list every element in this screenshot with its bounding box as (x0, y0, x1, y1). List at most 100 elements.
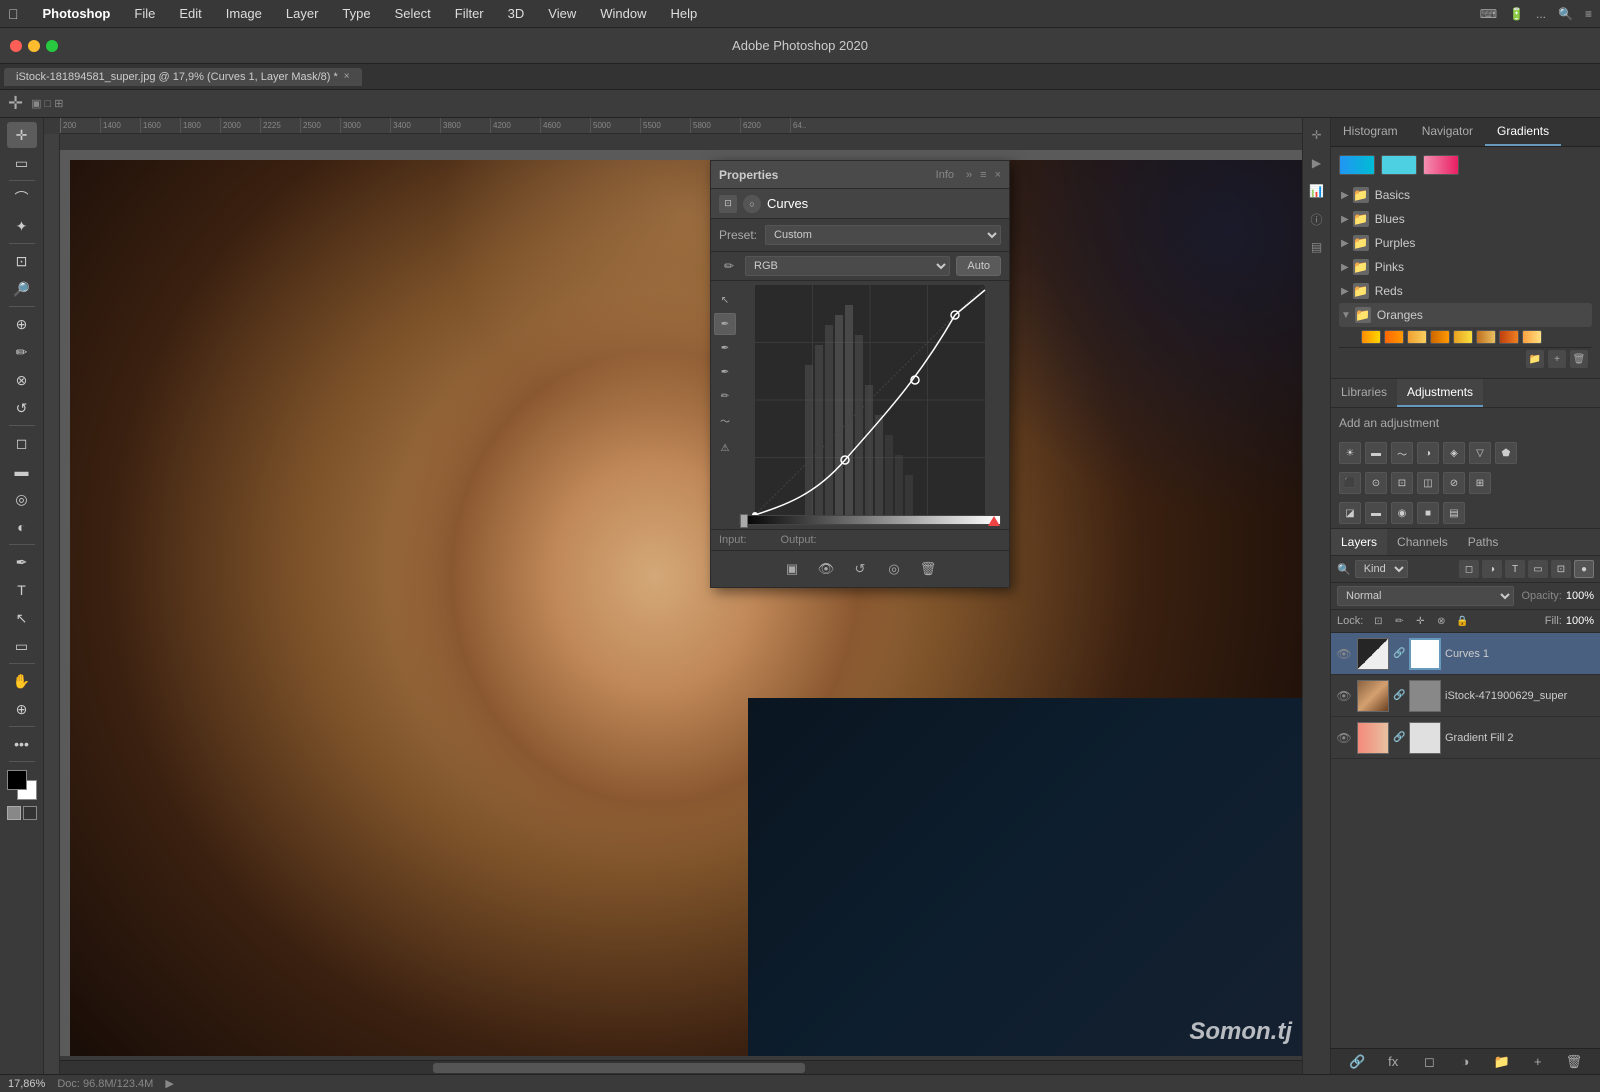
hand-tool[interactable]: ✋ (7, 668, 37, 694)
gradient-group-basics[interactable]: ▶ 📁 Basics (1339, 183, 1592, 207)
menu-window[interactable]: Window (596, 4, 650, 23)
curves-channel-icon[interactable]: ▣ (780, 557, 804, 581)
adj-curves-icon[interactable]: 〜 (1391, 442, 1413, 464)
tab-libraries[interactable]: Libraries (1331, 379, 1397, 407)
minimize-button[interactable] (28, 40, 40, 52)
adj-solid-color-icon[interactable]: ■ (1417, 502, 1439, 524)
curve-smooth-tool[interactable]: 〜 (714, 409, 736, 431)
layers-quick-icon[interactable]: ▤ (1306, 236, 1328, 258)
adj-gradient-map-icon[interactable]: ▬ (1365, 502, 1387, 524)
adj-bw-icon[interactable]: ⬛ (1339, 472, 1361, 494)
adj-selective-color-icon[interactable]: ◉ (1391, 502, 1413, 524)
curve-eyedropper-white[interactable]: ✒ (714, 361, 736, 383)
lock-position-icon[interactable]: ✛ (1411, 613, 1429, 629)
curves-reset-icon[interactable]: ↺ (848, 557, 872, 581)
adj-hsl-icon[interactable]: ▽ (1469, 442, 1491, 464)
quick-mask-btn[interactable] (7, 806, 21, 820)
menu-edit[interactable]: Edit (175, 4, 205, 23)
filter-enabled-toggle[interactable]: ● (1574, 560, 1594, 578)
text-tool[interactable]: T (7, 577, 37, 603)
gradient-group-oranges[interactable]: ▼ 📁 Oranges (1339, 303, 1592, 327)
filter-text-icon[interactable]: T (1505, 560, 1525, 578)
curves-icon[interactable]: ⊡ (719, 195, 737, 213)
standard-mode-btn[interactable] (23, 806, 37, 820)
layer-link-icon3[interactable]: 🔗 (1393, 732, 1403, 743)
adj-exposure-icon[interactable]: ◑ (1417, 442, 1439, 464)
blend-mode-select[interactable]: Normal (1337, 586, 1514, 606)
menu-view[interactable]: View (544, 4, 580, 23)
layer-item-curves1[interactable]: 👁 🔗 Curves 1 (1331, 633, 1600, 675)
menu-photoshop[interactable]: Photoshop (39, 4, 115, 23)
close-button[interactable] (10, 40, 22, 52)
info-icon[interactable]: ⓘ (1306, 208, 1328, 230)
gradient-swatch-pink[interactable] (1423, 155, 1459, 175)
curve-eyedropper-black[interactable]: ✒ (714, 313, 736, 335)
dodge-tool[interactable]: ◐ (7, 514, 37, 540)
filter-shape-icon[interactable]: ▭ (1528, 560, 1548, 578)
fill-value[interactable]: 100% (1566, 615, 1594, 627)
tools-icon[interactable]: ✛ (1306, 124, 1328, 146)
adj-vibrance-icon[interactable]: ◈ (1443, 442, 1465, 464)
search-menu-icon[interactable]: 🔍 (1558, 7, 1573, 21)
properties-expand-icon[interactable]: » (966, 169, 972, 181)
layer-eye-gradient[interactable]: 👁 (1335, 731, 1353, 745)
layer-adj-btn[interactable]: ◑ (1455, 1052, 1475, 1072)
adj-brightness-icon[interactable]: ☀ (1339, 442, 1361, 464)
layer-eye-photo[interactable]: 👁 (1335, 689, 1353, 703)
tab-gradients[interactable]: Gradients (1485, 118, 1561, 146)
histogram-icon[interactable]: 📊 (1306, 180, 1328, 202)
move-tool[interactable]: ✛ (7, 122, 37, 148)
lock-artboard-icon[interactable]: ⊗ (1432, 613, 1450, 629)
orange-grad-6[interactable] (1476, 330, 1496, 344)
play-icon[interactable]: ▶ (1306, 152, 1328, 174)
layer-fx-btn[interactable]: fx (1383, 1052, 1403, 1072)
orange-grad-8[interactable] (1522, 330, 1542, 344)
zoom-tool[interactable]: ⊕ (7, 696, 37, 722)
more-tools[interactable]: ••• (7, 731, 37, 757)
lock-pixels-icon[interactable]: ✏ (1390, 613, 1408, 629)
channel-select[interactable]: RGB (745, 256, 950, 276)
adj-colorbalance-icon[interactable]: ⬟ (1495, 442, 1517, 464)
tab-layers[interactable]: Layers (1331, 529, 1387, 555)
menu-select[interactable]: Select (391, 4, 435, 23)
maximize-button[interactable] (46, 40, 58, 52)
curves-graph[interactable] (739, 285, 1001, 525)
marquee-tool[interactable]: ▭ (7, 150, 37, 176)
curves-delete-icon[interactable]: 🗑 (916, 557, 940, 581)
adj-gradient-fill-icon[interactable]: ▤ (1443, 502, 1465, 524)
layer-item-gradient[interactable]: 👁 🔗 Gradient Fill 2 (1331, 717, 1600, 759)
layer-group-btn[interactable]: 📁 (1492, 1052, 1512, 1072)
eraser-tool[interactable]: ◻ (7, 430, 37, 456)
layer-eye-curves1[interactable]: 👁 (1335, 647, 1353, 661)
orange-grad-7[interactable] (1499, 330, 1519, 344)
preset-select[interactable]: Custom (765, 225, 1001, 245)
brush-tool[interactable]: ✏ (7, 339, 37, 365)
properties-close-icon[interactable]: × (995, 169, 1001, 181)
curves-bottom-slider[interactable] (739, 515, 1001, 525)
opacity-value[interactable]: 100% (1566, 590, 1594, 602)
adj-photo-filter-icon[interactable]: ⊙ (1365, 472, 1387, 494)
document-tab[interactable]: iStock-181894581_super.jpg @ 17,9% (Curv… (4, 68, 362, 86)
adj-channel-mixer-icon[interactable]: ⊡ (1391, 472, 1413, 494)
apple-menu[interactable]:  (8, 6, 19, 22)
eyedropper-tool[interactable]: 🔎 (7, 276, 37, 302)
lock-transparency-icon[interactable]: ⊡ (1369, 613, 1387, 629)
tab-histogram[interactable]: Histogram (1331, 118, 1410, 146)
adj-invert-icon[interactable]: ⊘ (1443, 472, 1465, 494)
gradients-delete-icon[interactable]: 🗑 (1570, 350, 1588, 368)
auto-button[interactable]: Auto (956, 256, 1001, 276)
layer-delete-btn[interactable]: 🗑 (1564, 1052, 1584, 1072)
gradient-group-blues[interactable]: ▶ 📁 Blues (1339, 207, 1592, 231)
gradient-group-pinks[interactable]: ▶ 📁 Pinks (1339, 255, 1592, 279)
filter-adj-icon[interactable]: ◑ (1482, 560, 1502, 578)
tab-paths[interactable]: Paths (1458, 529, 1509, 555)
gradients-new-folder-icon[interactable]: 📁 (1526, 350, 1544, 368)
slider-handle-left[interactable] (740, 514, 748, 528)
orange-grad-4[interactable] (1430, 330, 1450, 344)
spot-heal-tool[interactable]: ⊕ (7, 311, 37, 337)
layer-link-icon2[interactable]: 🔗 (1393, 690, 1403, 701)
clone-tool[interactable]: ⊗ (7, 367, 37, 393)
crop-tool[interactable]: ⊡ (7, 248, 37, 274)
shape-tool[interactable]: ▭ (7, 633, 37, 659)
orange-grad-1[interactable] (1361, 330, 1381, 344)
